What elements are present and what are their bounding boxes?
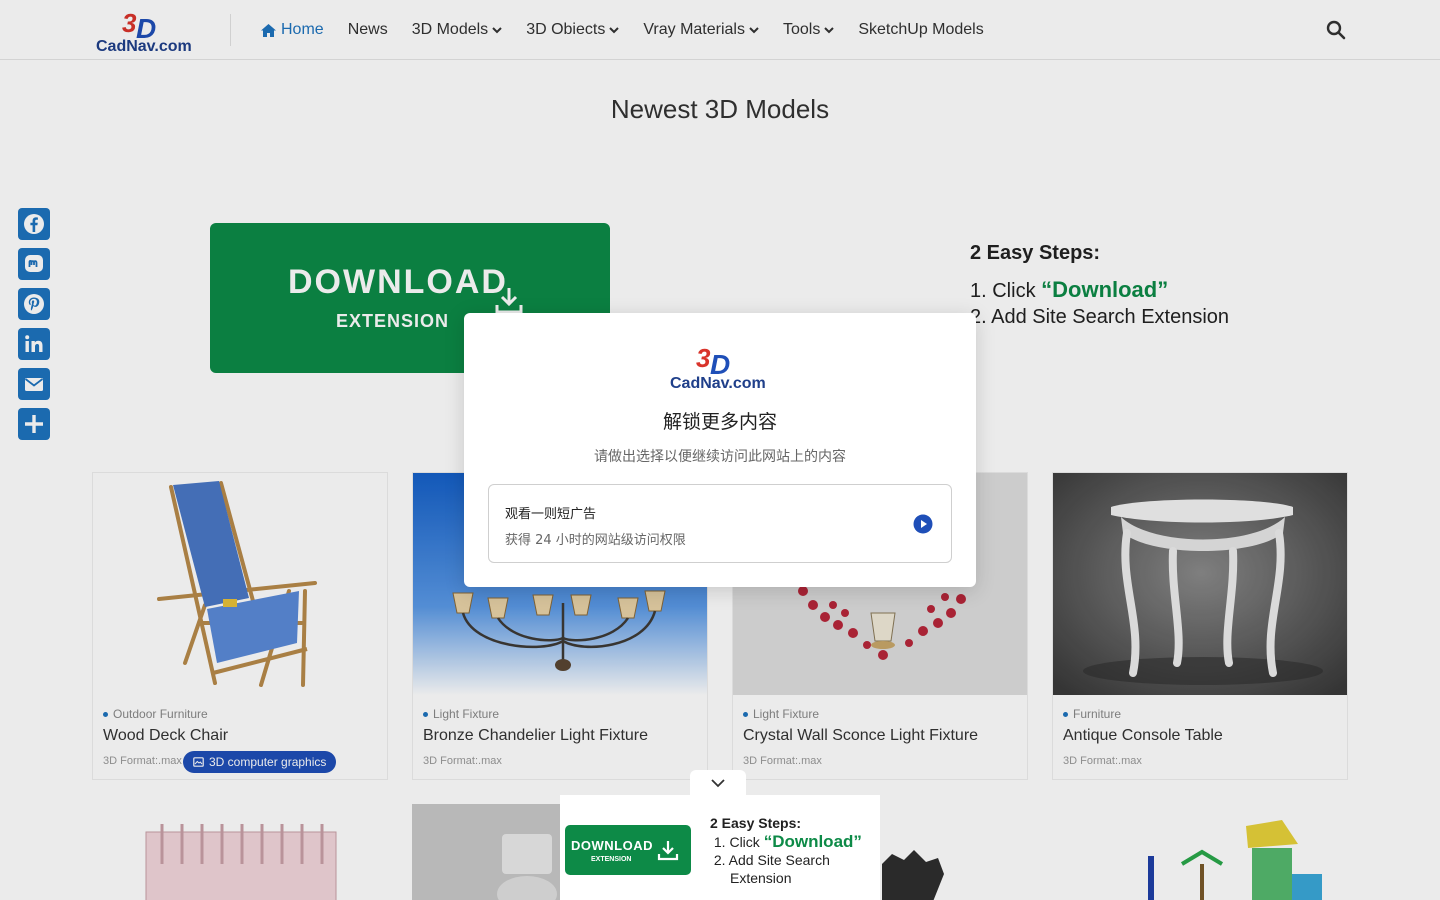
steps-small-title: 2 Easy Steps: (710, 815, 802, 831)
unlock-content-modal: 3 D CadNav.com 解锁更多内容 请做出选择以便继续访问此网站上的内容… (464, 313, 976, 587)
step-small-2-line2: Extension (730, 870, 792, 886)
step-small-1: 1. Click “Download” (710, 833, 862, 851)
play-icon (913, 514, 933, 534)
download-icon (657, 841, 679, 861)
sticky-extension-ad: DOWNLOAD EXTENSION 2 Easy Steps: 1. Clic… (560, 795, 880, 900)
watch-ad-title: 观看一则短广告 (505, 507, 597, 522)
step-small-1-prefix: 1. Click (713, 834, 764, 850)
step-small-2-line1: 2. Add Site Search (713, 852, 830, 868)
download-small-title: DOWNLOAD (571, 838, 653, 853)
modal-title: 解锁更多内容 (662, 411, 777, 433)
step-small-1-highlight: “Download” (763, 832, 862, 851)
watch-ad-option[interactable]: 观看一则短广告 获得 24 小时的网站级访问权限 (488, 484, 952, 563)
svg-text:3: 3 (696, 343, 711, 373)
cadnav-logo: 3 D CadNav.com (670, 343, 766, 391)
download-extension-button-small[interactable]: DOWNLOAD EXTENSION (565, 825, 691, 875)
svg-text:CadNav.com: CadNav.com (670, 375, 766, 391)
step-small-2: 2. Add Site Search (710, 851, 862, 869)
chevron-down-icon (711, 778, 725, 787)
collapse-ad-toggle[interactable] (690, 770, 746, 796)
watch-ad-description: 获得 24 小时的网站级访问权限 (505, 533, 686, 548)
download-small-sub: EXTENSION (591, 856, 632, 863)
easy-steps-small: 2 Easy Steps: 1. Click “Download” 2. Add… (710, 815, 862, 887)
modal-subtitle: 请做出选择以便继续访问此网站上的内容 (594, 449, 846, 465)
